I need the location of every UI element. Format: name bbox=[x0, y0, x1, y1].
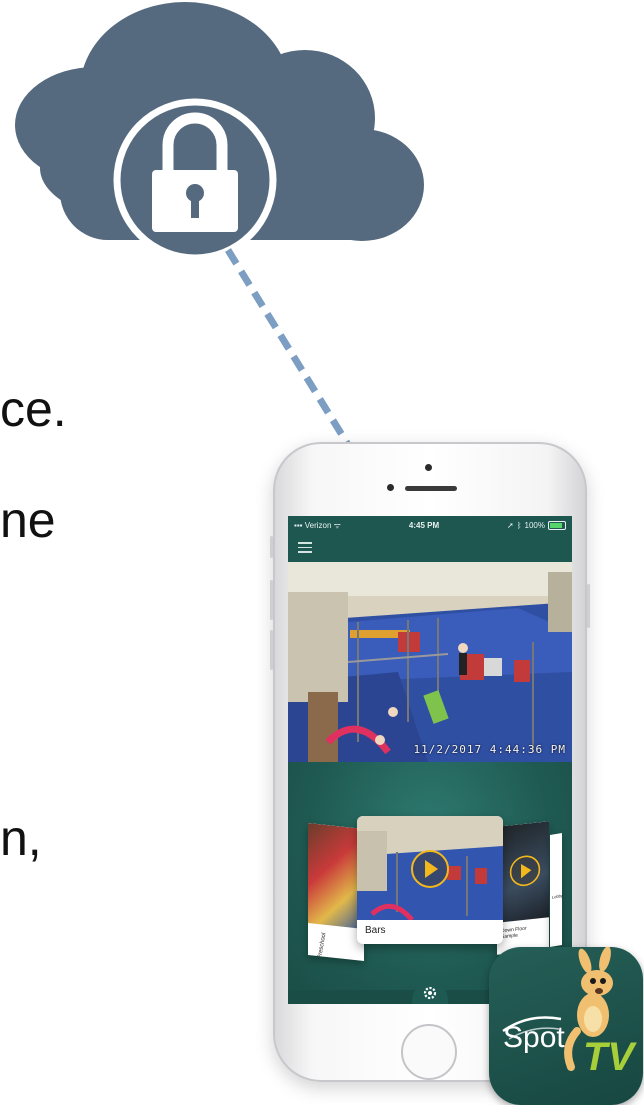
carrier-label: ▪▪▪ Verizon ᯤ bbox=[294, 520, 341, 530]
phone-screen: ▪▪▪ Verizon ᯤ 4:45 PM ➚ ᛒ 100% 11/2/2017… bbox=[288, 516, 572, 1004]
camera-card-label: Preschool bbox=[317, 932, 328, 960]
earpiece-speaker bbox=[405, 486, 457, 491]
play-icon[interactable] bbox=[411, 850, 449, 888]
slide-text-line-2: ne bbox=[0, 492, 56, 548]
battery-icon bbox=[548, 520, 566, 530]
play-icon[interactable] bbox=[509, 853, 541, 888]
camera-card-floor[interactable]: Down Floor Sample bbox=[497, 821, 549, 955]
camera-card-label: Down Floor Sample bbox=[501, 925, 527, 941]
front-camera bbox=[425, 464, 432, 471]
volume-down-button bbox=[270, 630, 273, 670]
menu-icon[interactable] bbox=[298, 542, 312, 553]
app-brand-text: Spot bbox=[503, 1021, 565, 1054]
location-icon: ➚ bbox=[507, 520, 514, 530]
camera-thumbnail bbox=[497, 821, 549, 923]
slide-text-line-1: ce. bbox=[0, 381, 67, 437]
home-button[interactable] bbox=[401, 1024, 457, 1080]
camera-feed-image bbox=[288, 562, 572, 762]
power-button bbox=[587, 584, 590, 628]
connector-line bbox=[225, 248, 353, 450]
gear-icon bbox=[423, 986, 437, 1000]
battery-percent: 100% bbox=[524, 520, 545, 530]
camera-card-label: Bars bbox=[365, 925, 386, 936]
camera-thumbnail bbox=[308, 823, 364, 929]
camera-card-lobby[interactable]: Lobby bbox=[550, 832, 563, 948]
camera-timestamp: 11/2/2017 4:44:36 PM bbox=[413, 743, 566, 756]
camera-thumbnail bbox=[357, 816, 503, 920]
app-brand-suffix: TV bbox=[583, 1035, 635, 1079]
bluetooth-icon: ᛒ bbox=[516, 520, 522, 530]
camera-card-bars[interactable]: Bars bbox=[357, 816, 503, 944]
status-right: ➚ ᛒ 100% bbox=[507, 520, 566, 530]
settings-tab[interactable] bbox=[412, 982, 448, 1004]
mute-switch bbox=[270, 536, 273, 558]
signal-icon: ▪▪▪ bbox=[294, 520, 305, 530]
slide-text-line-3: n, bbox=[0, 810, 42, 866]
status-time: 4:45 PM bbox=[408, 520, 440, 530]
camera-card-preschool[interactable]: Preschool bbox=[308, 823, 364, 961]
camera-feed[interactable]: 11/2/2017 4:44:36 PM bbox=[288, 562, 572, 762]
spottv-app-icon[interactable]: Spot TV bbox=[489, 947, 643, 1105]
camera-card-label: Lobby bbox=[552, 892, 563, 900]
app-bar bbox=[288, 534, 572, 562]
cloud-lock-graphic bbox=[15, 2, 424, 450]
lock-icon bbox=[113, 98, 277, 262]
volume-up-button bbox=[270, 580, 273, 620]
status-bar: ▪▪▪ Verizon ᯤ 4:45 PM ➚ ᛒ 100% bbox=[288, 516, 572, 534]
sensor bbox=[387, 484, 394, 491]
wifi-icon: ᯤ bbox=[333, 520, 341, 530]
